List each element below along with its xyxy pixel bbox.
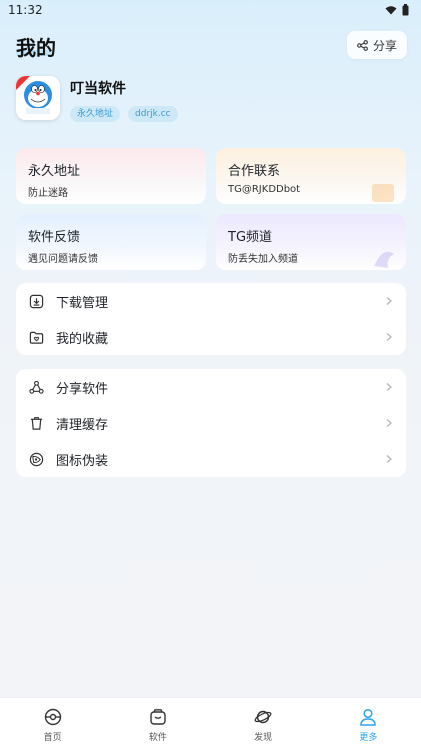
quick-cards: 永久地址 防止迷路 合作联系 TG@RJKDDbot 软件反馈 遇见问题请反馈 …	[16, 148, 406, 270]
card-cooperation[interactable]: 合作联系 TG@RJKDDbot	[216, 148, 406, 204]
card-title: 永久地址	[28, 164, 81, 179]
status-bar: 11:32	[0, 0, 421, 20]
card-deco-icon	[374, 251, 394, 268]
header: 我的 分享	[0, 28, 421, 62]
card-title: 软件反馈	[28, 230, 81, 245]
card-feedback[interactable]: 软件反馈 遇见问题请反馈	[16, 214, 206, 270]
tab-discover[interactable]: 发现	[211, 698, 316, 749]
share-icon	[357, 39, 368, 51]
chevron-right-icon	[386, 455, 392, 463]
menu-item-share-app[interactable]: 分享软件	[16, 369, 406, 405]
tab-label: 首页	[43, 733, 62, 743]
share-button[interactable]: 分享	[346, 31, 407, 59]
chevron-right-icon	[386, 297, 392, 305]
menu-item-download-manager[interactable]: 下载管理	[16, 283, 406, 319]
chevron-right-icon	[386, 333, 392, 341]
menu-group-tools: 分享软件 清理缓存 图标伪装	[16, 369, 406, 477]
menu-item-label: 分享软件	[56, 381, 109, 397]
share-label: 分享	[372, 38, 397, 53]
user-icon	[360, 708, 377, 726]
tab-software[interactable]: 软件	[105, 698, 210, 749]
card-deco-icon	[372, 184, 394, 202]
menu-item-clear-cache[interactable]: 清理缓存	[16, 405, 406, 441]
menu-item-icon-disguise[interactable]: 图标伪装	[16, 441, 406, 477]
app-logo[interactable]	[16, 76, 60, 120]
menu-item-label: 下载管理	[56, 295, 109, 311]
doraemon-logo-icon	[16, 76, 60, 120]
app-name: 叮当软件	[70, 81, 126, 97]
page-title: 我的	[16, 36, 56, 60]
tab-label: 软件	[148, 733, 167, 743]
status-time: 11:32	[8, 3, 43, 17]
tag-domain[interactable]: ddrjk.cc	[128, 106, 178, 122]
planet-icon	[254, 710, 272, 724]
download-icon	[28, 293, 44, 309]
profile-tags: 永久地址 ddrjk.cc	[70, 106, 178, 122]
menu-item-favorites[interactable]: 我的收藏	[16, 319, 406, 355]
menu-item-label: 我的收藏	[56, 331, 109, 347]
card-subtitle: 防止迷路	[28, 188, 68, 199]
home-icon	[44, 708, 61, 726]
tab-more[interactable]: 更多	[316, 698, 421, 749]
tab-label: 发现	[254, 733, 273, 743]
tab-label: 更多	[359, 733, 378, 743]
menu-item-label: 清理缓存	[56, 417, 109, 433]
share-nodes-icon	[28, 379, 44, 395]
menu-item-label: 图标伪装	[56, 453, 109, 469]
battery-icon	[402, 4, 409, 16]
card-subtitle: 遇见问题请反馈	[28, 254, 98, 265]
tag-permanent-address[interactable]: 永久地址	[70, 106, 121, 122]
profile-section: 叮当软件 永久地址 ddrjk.cc	[16, 76, 406, 126]
card-title: 合作联系	[228, 164, 281, 179]
card-tg-channel[interactable]: TG频道 防丢失加入频道	[216, 214, 406, 270]
trash-icon	[28, 415, 44, 431]
apps-bag-icon	[150, 709, 166, 725]
bottom-tab-bar: 首页 软件 发现 更多	[0, 697, 421, 749]
folder-heart-icon	[28, 329, 44, 345]
disguise-icon	[28, 451, 44, 467]
status-icons	[385, 4, 409, 16]
card-permanent-address[interactable]: 永久地址 防止迷路	[16, 148, 206, 204]
card-title: TG频道	[228, 230, 273, 245]
chevron-right-icon	[386, 383, 392, 391]
menu-group-downloads: 下载管理 我的收藏	[16, 283, 406, 355]
chevron-right-icon	[386, 419, 392, 427]
tab-home[interactable]: 首页	[0, 698, 105, 749]
wifi-icon	[385, 6, 397, 15]
